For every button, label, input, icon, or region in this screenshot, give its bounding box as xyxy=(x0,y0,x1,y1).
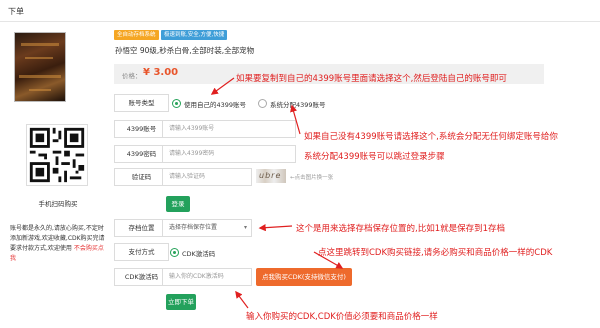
account-input[interactable]: 请输入4399账号 xyxy=(162,120,296,138)
price-label: 价格： xyxy=(122,72,142,80)
annotation-save-slot: 这个是用来选择存档保存位置的,比如1就是保存到1存档 xyxy=(296,224,506,234)
submit-order-button[interactable]: 立即下单 xyxy=(166,294,196,310)
cdk-input[interactable]: 输入你的CDK激活码 xyxy=(162,268,252,286)
account-label: 4399账号 xyxy=(114,120,169,138)
payment-label: 支付方式 xyxy=(114,243,169,261)
annotation-skip-login: 系统分配4399账号可以跳过登录步骤 xyxy=(304,152,445,162)
qr-code xyxy=(26,124,88,186)
product-thumbnail xyxy=(14,32,66,102)
radio-system-account-label[interactable]: 系统分配4399账号 xyxy=(270,99,326,109)
product-title: 孙悟空 90级,秒杀白骨,全部时装,全部宠物 xyxy=(115,46,255,55)
password-input[interactable]: 请输入4399密码 xyxy=(162,145,296,163)
radio-own-account[interactable] xyxy=(172,99,181,108)
radio-system-account[interactable] xyxy=(258,99,267,108)
page-title: 下单 xyxy=(8,7,24,16)
annotation-system-account: 如果自己没有4399账号请选择这个,系统会分配无任何绑定账号给你 xyxy=(304,132,558,142)
annotation-buy-cdk: 点这里跳转到CDK购买链接,请务必购买和商品价格一样的CDK xyxy=(318,248,553,258)
annotation-enter-cdk: 输入你购买的CDK,CDK价值必须要和商品价格一样 xyxy=(246,312,438,322)
annotation-own-account: 如果要复制到自己的4399账号里面请选择这个,然后登陆自己的账号即可 xyxy=(236,74,507,84)
page-header: 下单 xyxy=(0,0,600,22)
buy-cdk-button[interactable]: 点我购买CDK(支持微信支付) xyxy=(256,268,352,286)
tag-fast-delivery: 极速到账,安全,方便,快捷 xyxy=(161,30,228,40)
qr-label: 手机扫码购买 xyxy=(38,200,78,208)
captcha-input[interactable]: 请输入验证码 xyxy=(162,168,252,186)
tag-auto-save: 全自动存档系统 xyxy=(114,30,159,40)
purchase-note: 账号都是永久的,请放心购买,不定时添加新游戏,欢迎收藏,CDK购买完请要求付款方… xyxy=(10,225,105,262)
captcha-refresh-hint[interactable]: ←点击图片换一张 xyxy=(290,173,333,181)
price-value: ¥ 3.00 xyxy=(143,67,179,78)
captcha-label: 验证码 xyxy=(114,168,169,186)
save-slot-label: 存档位置 xyxy=(114,219,169,237)
radio-cdk-payment-label[interactable]: CDK激活码 xyxy=(182,248,215,258)
radio-own-account-label[interactable]: 使用自己的4399账号 xyxy=(184,99,246,109)
cdk-label: CDK激活码 xyxy=(114,268,169,286)
login-button[interactable]: 登录 xyxy=(166,196,190,212)
password-label: 4399密码 xyxy=(114,145,169,163)
save-slot-select[interactable]: 选择存档保存位置 ▾ xyxy=(162,219,252,237)
captcha-image[interactable]: ubre xyxy=(256,169,286,183)
chevron-down-icon: ▾ xyxy=(243,224,247,231)
radio-cdk-payment[interactable] xyxy=(170,248,179,257)
account-type-label: 账号类型 xyxy=(114,94,169,112)
